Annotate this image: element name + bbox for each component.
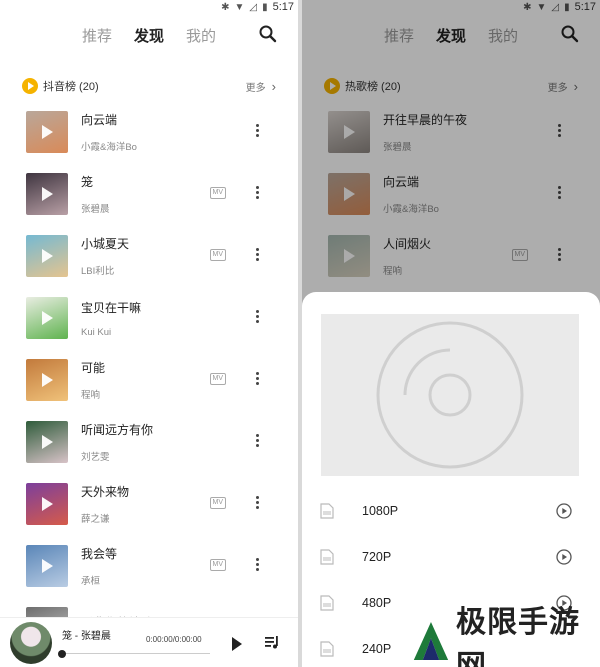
video-file-icon	[320, 641, 334, 657]
song-artist: 程响	[81, 390, 101, 401]
play-icon[interactable]	[42, 249, 53, 263]
play-icon[interactable]	[232, 637, 242, 651]
play-icon[interactable]	[42, 373, 53, 387]
more-options-icon[interactable]	[256, 310, 260, 323]
song-cover[interactable]	[26, 483, 68, 525]
disc-placeholder	[321, 314, 579, 476]
chevron-right-icon: ›	[271, 78, 276, 94]
resolution-label: 480P	[362, 596, 392, 610]
play-icon[interactable]	[42, 497, 53, 511]
song-cover[interactable]	[26, 359, 68, 401]
right-screen: ✱ ▼ ◿ ▮ 5:17 推荐 发现 我的 热歌榜 (20) 更多 › 开往早晨的…	[302, 0, 600, 667]
resolution-option[interactable]: 720P	[302, 542, 600, 572]
now-playing-time: 0:00:00/0:00:00	[146, 634, 202, 644]
now-playing-cover	[10, 621, 52, 664]
more-options-icon[interactable]	[256, 558, 260, 571]
status-bar: ✱ ▼ ◿ ▮ 5:17	[0, 0, 298, 14]
more-options-icon[interactable]	[256, 372, 260, 385]
song-row[interactable]: 向云端小霞&海洋Bo	[0, 101, 298, 163]
wifi-icon: ▼	[234, 1, 245, 13]
song-cover[interactable]	[26, 173, 68, 215]
song-cover[interactable]	[26, 111, 68, 153]
tab-discover[interactable]: 发现	[134, 25, 164, 46]
song-row[interactable]: 小城夏天 LBI利比 MV	[0, 225, 298, 287]
song-title: 向云端	[81, 113, 118, 127]
status-time: 5:17	[272, 1, 294, 13]
more-options-icon[interactable]	[256, 248, 260, 261]
song-title: 听闻远方有你	[81, 423, 154, 437]
song-artist: 小霞&海洋Bo	[81, 142, 137, 153]
song-title: 笼	[81, 175, 94, 189]
playlist-icon[interactable]	[264, 634, 280, 650]
song-artist: LBI利比	[81, 266, 115, 277]
play-icon[interactable]	[42, 187, 53, 201]
chart-header: 抖音榜 (20) 更多 ›	[0, 71, 298, 101]
video-file-icon	[320, 595, 334, 611]
mv-badge-icon[interactable]: MV	[209, 559, 226, 571]
mini-player[interactable]: 笼 - 张碧晨 0:00:00/0:00:00	[0, 617, 298, 667]
song-row[interactable]: 我会等承桓 MV	[0, 535, 298, 597]
mv-badge-icon[interactable]: MV	[209, 373, 226, 385]
progress-bar[interactable]	[62, 652, 210, 654]
top-nav: 推荐 发现 我的	[0, 14, 298, 56]
video-file-icon	[320, 549, 334, 565]
song-artist: Kui Kui	[81, 326, 112, 338]
song-artist: 张碧晨	[81, 204, 110, 215]
play-circle-icon[interactable]	[556, 503, 572, 519]
play-icon[interactable]	[42, 311, 53, 325]
more-options-icon[interactable]	[256, 186, 260, 199]
song-row[interactable]: 天外来物薛之谦 MV	[0, 473, 298, 535]
song-artist: 刘艺雯	[81, 452, 110, 463]
song-artist: 承桓	[81, 576, 101, 587]
search-icon[interactable]	[258, 24, 278, 44]
song-list: 向云端小霞&海洋Bo 笼张碧晨 MV 小城夏天 LBI利比 MV 宝贝在干嘛 Kui Kui 可…	[0, 101, 298, 659]
mv-badge-icon[interactable]: MV	[209, 497, 226, 509]
bluetooth-icon: ✱	[221, 1, 230, 13]
resolution-label: 1080P	[362, 504, 399, 518]
more-options-icon[interactable]	[256, 434, 260, 447]
watermark: 极限手游网	[406, 605, 596, 667]
left-screen: ✱ ▼ ◿ ▮ 5:17 推荐 发现 我的 抖音榜 (20) 更多 › 向云端小霞…	[0, 0, 298, 667]
resolution-label: 240P	[362, 642, 392, 656]
tab-mine[interactable]: 我的	[186, 25, 216, 46]
progress-knob[interactable]	[58, 649, 66, 658]
song-row[interactable]: 笼张碧晨 MV	[0, 163, 298, 225]
resolution-label: 720P	[362, 550, 392, 564]
resolution-option[interactable]: 1080P	[302, 496, 600, 526]
play-circle-icon[interactable]	[556, 549, 572, 565]
battery-icon: ▮	[262, 1, 268, 13]
disc-icon	[376, 321, 524, 469]
more-options-icon[interactable]	[256, 496, 260, 509]
now-playing-title: 笼 - 张碧晨	[62, 630, 111, 642]
play-icon[interactable]	[42, 435, 53, 449]
video-file-icon	[320, 503, 334, 519]
play-icon[interactable]	[42, 559, 53, 573]
signal-icon: ◿	[249, 1, 258, 13]
song-cover[interactable]	[26, 545, 68, 587]
tab-recommend[interactable]: 推荐	[82, 25, 112, 46]
mv-badge-icon[interactable]: MV	[209, 249, 226, 261]
song-cover[interactable]	[26, 297, 68, 339]
watermark-text: 极限手游网	[455, 605, 580, 667]
song-title: 可能	[81, 361, 106, 375]
song-row[interactable]: 可能程响 MV	[0, 349, 298, 411]
play-badge-icon	[22, 78, 38, 94]
mv-badge-icon[interactable]: MV	[209, 187, 226, 199]
song-title: 小城夏天	[81, 237, 130, 251]
song-cover[interactable]	[26, 235, 68, 277]
song-title: 天外来物	[81, 485, 130, 499]
song-title: 我会等	[81, 547, 118, 561]
watermark-logo	[413, 622, 449, 660]
more-options-icon[interactable]	[256, 124, 260, 137]
chart-title: 抖音榜 (20)	[43, 81, 99, 93]
play-icon[interactable]	[42, 125, 53, 139]
more-link[interactable]: 更多 ›	[246, 79, 276, 94]
song-artist: 薛之谦	[81, 514, 110, 525]
song-row[interactable]: 宝贝在干嘛 Kui Kui	[0, 287, 298, 349]
song-title: 宝贝在干嘛	[81, 300, 142, 315]
song-cover[interactable]	[26, 421, 68, 463]
song-row[interactable]: 听闻远方有你 刘艺雯	[0, 411, 298, 473]
